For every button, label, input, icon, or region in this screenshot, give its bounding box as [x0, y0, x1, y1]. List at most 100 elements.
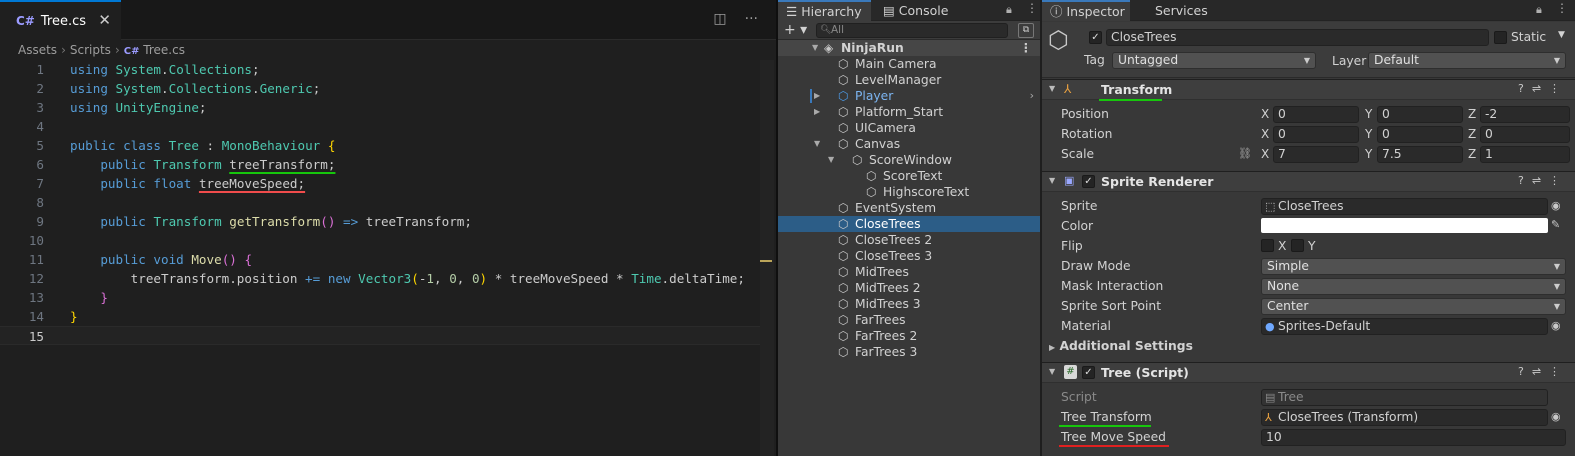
layer-dropdown[interactable]: Default ▼ — [1368, 52, 1566, 69]
transform-icon: ⅄ — [1064, 82, 1072, 96]
hierarchy-item[interactable]: ⬡ MidTrees 2 — [778, 280, 1040, 296]
hierarchy-item[interactable]: ⬡ FarTrees 3 — [778, 344, 1040, 360]
transform-header[interactable]: ▼ ⅄ Transform ?⇌⋮ — [1042, 79, 1575, 100]
position-z-field[interactable]: -2 — [1480, 106, 1570, 123]
hierarchy-item[interactable]: ▼ ⬡ Canvas — [778, 136, 1040, 152]
component-options-icon[interactable]: ?⇌⋮ — [1518, 82, 1568, 95]
hierarchy-item[interactable]: ⬡ CloseTrees 2 — [778, 232, 1040, 248]
scale-z-field[interactable]: 1 — [1480, 146, 1570, 163]
hierarchy-item[interactable]: ▶ ⬡ Platform_Start — [778, 104, 1040, 120]
sprite-sort-point-dropdown[interactable]: Center ▼ — [1261, 298, 1566, 315]
hierarchy-item[interactable]: ▶ ⬡ Player › — [778, 88, 1040, 104]
scale-x-field[interactable]: 7 — [1273, 146, 1359, 163]
hierarchy-item[interactable]: ▼ ⬡ ScoreWindow — [778, 152, 1040, 168]
tab-inspector[interactable]: ⓘ Inspector — [1042, 0, 1130, 21]
code-area[interactable]: 1 using System.Collections; 2 using System… — [0, 60, 760, 345]
lock-icon[interactable]: 🔒︎ — [1006, 3, 1012, 17]
object-picker-icon[interactable]: ◉ — [1551, 410, 1561, 423]
sprite-label: Sprite — [1061, 199, 1098, 213]
flip-y-checkbox[interactable] — [1291, 239, 1304, 252]
hierarchy-item[interactable]: ⬡ FarTrees 2 — [778, 328, 1040, 344]
hierarchy-item[interactable]: ⬡ MidTrees 3 — [778, 296, 1040, 312]
gameobject-cube-icon: ⬡ — [838, 249, 849, 263]
foldout-arrow-icon[interactable]: ▶ — [814, 104, 820, 120]
object-picker-icon[interactable]: ◉ — [1551, 319, 1561, 332]
chevron-down-icon[interactable]: ▼ — [1558, 30, 1565, 40]
rotation-label: Rotation — [1061, 127, 1113, 141]
hierarchy-item[interactable]: ⬡ Main Camera — [778, 56, 1040, 72]
foldout-arrow-icon[interactable]: ▼ — [828, 152, 834, 168]
breadcrumb-scripts[interactable]: Scripts — [70, 43, 111, 57]
material-field[interactable]: ● Sprites-Default — [1261, 318, 1548, 335]
foldout-arrow-icon[interactable]: ▼ — [812, 40, 818, 56]
tag-dropdown[interactable]: Untagged ▼ — [1112, 52, 1316, 69]
gameobject-cube-icon: ⬡ — [838, 201, 849, 215]
more-actions-icon[interactable]: ··· — [745, 11, 758, 27]
split-editor-icon[interactable]: ◫ — [713, 11, 726, 27]
menu-dots-icon[interactable]: ⋮ — [1556, 1, 1568, 15]
foldout-arrow-icon[interactable]: ▶ — [814, 88, 820, 104]
lock-icon[interactable]: 🔒︎ — [1536, 3, 1542, 17]
active-checkbox[interactable]: ✓ — [1089, 31, 1102, 44]
hierarchy-item[interactable]: ⬡ FarTrees — [778, 312, 1040, 328]
flip-x-checkbox[interactable] — [1261, 239, 1274, 252]
axis-label: X — [1261, 107, 1270, 121]
menu-dots-icon[interactable]: ⋮ — [1020, 40, 1032, 56]
rotation-z-field[interactable]: 0 — [1480, 126, 1570, 143]
position-y-field[interactable]: 0 — [1377, 106, 1463, 123]
component-options-icon[interactable]: ?⇌⋮ — [1518, 365, 1568, 378]
tab-hierarchy[interactable]: ☰ Hierarchy — [778, 0, 871, 21]
rotation-y-field[interactable]: 0 — [1377, 126, 1463, 143]
hierarchy-item[interactable]: ⬡ LevelManager — [778, 72, 1040, 88]
hierarchy-item[interactable]: ⬡ HighscoreText — [778, 184, 1040, 200]
draw-mode-dropdown[interactable]: Simple ▼ — [1261, 258, 1566, 275]
sprite-renderer-enabled-checkbox[interactable]: ✓ — [1082, 175, 1095, 188]
axis-label: Z — [1468, 127, 1477, 141]
static-checkbox[interactable] — [1494, 31, 1507, 44]
additional-settings-foldout[interactable]: ▶ Additional Settings — [1049, 339, 1193, 353]
rotation-x-field[interactable]: 0 — [1273, 126, 1359, 143]
menu-dots-icon[interactable]: ⋮ — [1026, 1, 1038, 15]
flip-x-label: X — [1278, 239, 1287, 253]
sprite-renderer-icon: ▣ — [1064, 174, 1075, 187]
hierarchy-item[interactable]: ⬡ ScoreText — [778, 168, 1040, 184]
scene-filter-icon[interactable]: ⧉ — [1018, 23, 1034, 38]
color-swatch[interactable] — [1261, 218, 1548, 233]
tree-script-header[interactable]: ▼ # ✓ Tree (Script) ?⇌⋮ — [1042, 362, 1575, 383]
eyedropper-icon[interactable]: ✎ — [1551, 218, 1560, 231]
breadcrumb-file[interactable]: Tree.cs — [143, 43, 185, 57]
scale-y-field[interactable]: 7.5 — [1377, 146, 1463, 163]
object-name-field[interactable]: CloseTrees — [1106, 29, 1489, 46]
mask-interaction-dropdown[interactable]: None ▼ — [1261, 278, 1566, 295]
position-x-field[interactable]: 0 — [1273, 106, 1359, 123]
close-icon[interactable]: ✕ — [98, 11, 111, 29]
chevron-right-icon[interactable]: › — [1030, 88, 1034, 104]
inspector-panel: ⓘ Inspector Services 🔒︎ ⋮ ⬡ ✓ CloseTrees… — [1042, 0, 1575, 456]
hierarchy-item[interactable]: ⬡ UICamera — [778, 120, 1040, 136]
hierarchy-search-input[interactable]: 🔍︎ All — [816, 23, 1008, 38]
tree-move-speed-field[interactable]: 10 — [1261, 429, 1566, 446]
editor-scrollbar[interactable] — [760, 60, 774, 456]
sprite-asset-icon: ⬚ — [1265, 200, 1276, 213]
breadcrumb-assets[interactable]: Assets — [18, 43, 57, 57]
hierarchy-scene[interactable]: ▼ ◈ NinjaRun ⋮ — [778, 40, 1040, 56]
hierarchy-item[interactable]: ⬡ CloseTrees — [778, 216, 1040, 232]
script-enabled-checkbox[interactable]: ✓ — [1082, 366, 1095, 379]
object-picker-icon[interactable]: ◉ — [1551, 199, 1561, 212]
hierarchy-tabs: ☰ Hierarchy ▤ Console 🔒︎ ⋮ — [778, 0, 1040, 21]
hierarchy-item[interactable]: ⬡ MidTrees — [778, 264, 1040, 280]
hierarchy-item[interactable]: ⬡ EventSystem — [778, 200, 1040, 216]
sprite-field[interactable]: ⬚ CloseTrees — [1261, 198, 1548, 215]
tree-transform-field[interactable]: ⅄ CloseTrees (Transform) — [1261, 409, 1548, 426]
tab-tree-cs[interactable]: C# Tree.cs ✕ — [0, 0, 121, 40]
sprite-renderer-header[interactable]: ▼ ▣ ✓ Sprite Renderer ?⇌⋮ — [1042, 171, 1575, 192]
foldout-arrow-icon[interactable]: ▼ — [814, 136, 820, 152]
hierarchy-item[interactable]: ⬡ CloseTrees 3 — [778, 248, 1040, 264]
csharp-icon: C# — [16, 14, 35, 28]
tab-console[interactable]: ▤ Console — [875, 0, 965, 21]
constrain-link-icon[interactable]: ⛓ — [1238, 147, 1252, 160]
code-line-current: 15 — [0, 326, 760, 345]
add-icon[interactable]: + ▾ — [784, 21, 807, 39]
component-options-icon[interactable]: ?⇌⋮ — [1518, 174, 1568, 187]
tab-services[interactable]: Services — [1135, 0, 1215, 21]
